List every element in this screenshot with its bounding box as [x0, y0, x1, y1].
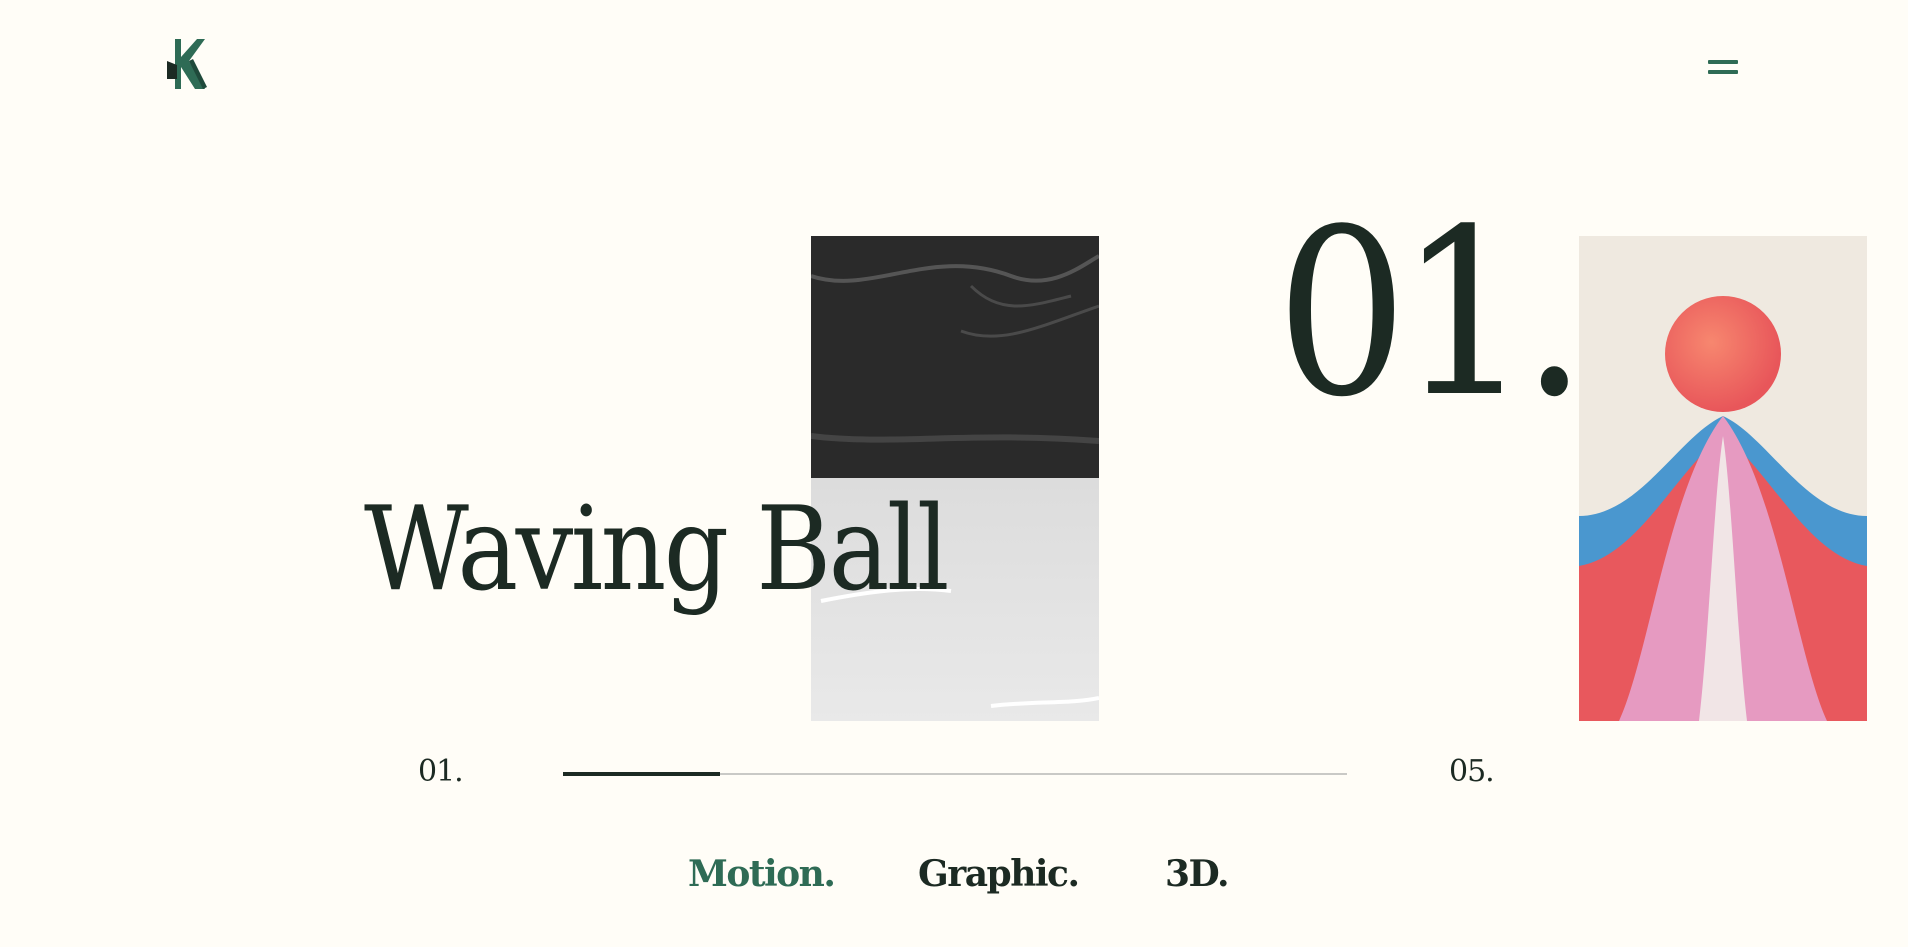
project-title: Waving Ball: [364, 482, 950, 617]
category-3d[interactable]: 3D.: [1165, 853, 1230, 895]
project-image-preview: [1579, 236, 1867, 721]
slide-end-index: 05.: [1449, 754, 1495, 789]
category-motion[interactable]: Motion.: [688, 853, 836, 895]
slide-start-index: 01.: [418, 754, 464, 789]
category-graphic[interactable]: Graphic.: [918, 853, 1080, 895]
slider-progress-track[interactable]: [563, 772, 1347, 776]
slider-progress-fill: [563, 772, 720, 776]
menu-bar-bottom: [1708, 70, 1738, 74]
brand-logo[interactable]: [167, 39, 207, 89]
project-image-texture: [811, 236, 1099, 721]
menu-bar-top: [1708, 60, 1738, 64]
menu-button[interactable]: [1704, 56, 1738, 78]
brand-logo-icon: [167, 39, 207, 89]
category-filter: Motion. Graphic. 3D.: [0, 853, 1908, 903]
slide-number: 01.: [1276, 181, 1587, 448]
